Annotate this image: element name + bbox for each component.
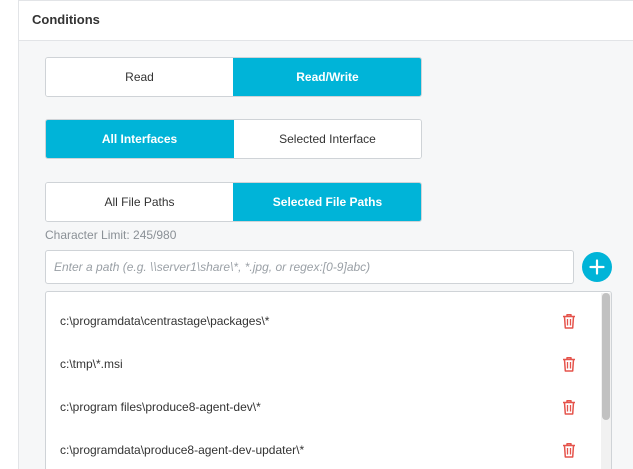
left-gutter	[0, 0, 18, 469]
trash-icon[interactable]	[562, 313, 576, 329]
read-option[interactable]: Read	[46, 58, 233, 96]
selected-file-paths-option[interactable]: Selected File Paths	[233, 183, 421, 221]
trash-icon[interactable]	[562, 356, 576, 372]
conditions-panel: Conditions Read Read/Write All Interface…	[18, 0, 633, 469]
panel-header: Conditions	[19, 1, 633, 41]
path-input[interactable]	[45, 250, 574, 284]
plus-icon	[589, 259, 605, 275]
interface-toggle: All Interfaces Selected Interface	[45, 119, 422, 159]
selected-interface-option[interactable]: Selected Interface	[233, 120, 421, 158]
list-item: c:\tmp\*.msi	[46, 342, 606, 385]
add-path-button[interactable]	[582, 252, 612, 282]
trash-icon[interactable]	[562, 399, 576, 415]
path-text: c:\tmp\*.msi	[60, 356, 123, 371]
list-item: c:\program files\produce8-agent-dev\*	[46, 385, 606, 428]
list-scrollbar[interactable]	[601, 293, 611, 469]
path-text: c:\programdata\centrastage\packages\*	[60, 313, 270, 328]
access-toggle: Read Read/Write	[45, 57, 422, 97]
list-item: c:\programdata\centrastage\packages\*	[46, 299, 606, 342]
read-write-option[interactable]: Read/Write	[233, 58, 421, 96]
path-text: c:\programdata\produce8-agent-dev-update…	[60, 442, 305, 457]
list-item: c:\programdata\produce8-agent-dev-update…	[46, 428, 606, 469]
path-list: c:\programdata\centrastage\packages\* c:…	[45, 291, 612, 469]
trash-icon[interactable]	[562, 442, 576, 458]
filepath-toggle: All File Paths Selected File Paths	[45, 182, 422, 222]
character-limit: Character Limit: 245/980	[45, 228, 177, 242]
all-interfaces-option[interactable]: All Interfaces	[46, 120, 233, 158]
panel-title: Conditions	[32, 12, 100, 27]
scrollbar-thumb[interactable]	[602, 293, 610, 420]
path-text: c:\program files\produce8-agent-dev\*	[60, 399, 261, 414]
all-file-paths-option[interactable]: All File Paths	[46, 183, 233, 221]
